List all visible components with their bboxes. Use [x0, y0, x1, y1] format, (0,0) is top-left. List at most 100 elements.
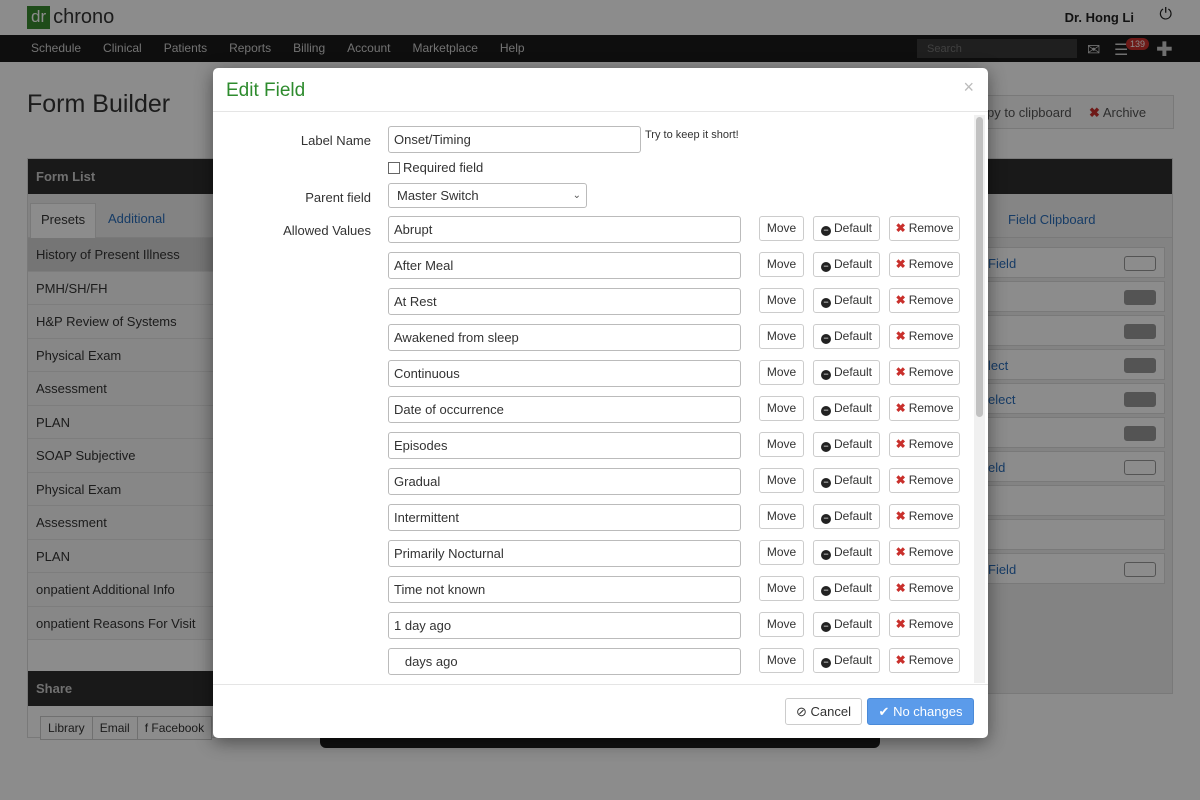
- minus-circle-icon: −: [820, 550, 831, 560]
- label-name-input[interactable]: Onset/Timing: [388, 126, 641, 153]
- default-label: Default: [833, 581, 873, 595]
- minus-circle-icon: −: [820, 226, 831, 236]
- default-button[interactable]: − Default: [813, 252, 880, 277]
- allowed-value-input[interactable]: Continuous: [388, 360, 741, 387]
- remove-button[interactable]: ✖ Remove: [889, 288, 960, 313]
- cancel-icon: ⊘: [796, 704, 807, 719]
- default-button[interactable]: − Default: [813, 360, 880, 385]
- allowed-value-row: Primarily Nocturnal Move − Default ✖ Remove: [213, 540, 973, 567]
- move-button[interactable]: Move: [759, 252, 804, 277]
- allowed-value-row: Abrupt Move − Default ✖ Remove: [213, 216, 973, 243]
- remove-button[interactable]: ✖ Remove: [889, 540, 960, 565]
- move-button[interactable]: Move: [759, 360, 804, 385]
- allowed-value-row: Episodes Move − Default ✖ Remove: [213, 432, 973, 459]
- allowed-value-input[interactable]: Intermittent: [388, 504, 741, 531]
- save-button[interactable]: ✔ No changes: [867, 698, 974, 725]
- required-field-checkbox[interactable]: Required field: [388, 160, 483, 175]
- minus-circle-icon: −: [820, 262, 831, 272]
- remove-button[interactable]: ✖ Remove: [889, 252, 960, 277]
- scroll-thumb[interactable]: [976, 117, 983, 417]
- modal-title: Edit Field: [226, 80, 306, 101]
- allowed-value-input[interactable]: After Meal: [388, 252, 741, 279]
- cancel-label: Cancel: [810, 704, 851, 719]
- default-button[interactable]: − Default: [813, 648, 880, 673]
- default-button[interactable]: − Default: [813, 540, 880, 565]
- x-icon: ✖: [895, 509, 906, 523]
- remove-button[interactable]: ✖ Remove: [889, 504, 960, 529]
- remove-label: Remove: [908, 293, 954, 307]
- minus-circle-icon: −: [820, 478, 831, 488]
- remove-button[interactable]: ✖ Remove: [889, 216, 960, 241]
- remove-button[interactable]: ✖ Remove: [889, 576, 960, 601]
- move-button[interactable]: Move: [759, 288, 804, 313]
- allowed-value-input[interactable]: Episodes: [388, 432, 741, 459]
- allowed-value-input[interactable]: At Rest: [388, 288, 741, 315]
- remove-button[interactable]: ✖ Remove: [889, 396, 960, 421]
- move-button[interactable]: Move: [759, 612, 804, 637]
- default-button[interactable]: − Default: [813, 504, 880, 529]
- default-button[interactable]: − Default: [813, 612, 880, 637]
- default-label: Default: [833, 653, 873, 667]
- allowed-value-input[interactable]: Date of occurrence: [388, 396, 741, 423]
- default-button[interactable]: − Default: [813, 396, 880, 421]
- remove-label: Remove: [908, 437, 954, 451]
- remove-button[interactable]: ✖ Remove: [889, 360, 960, 385]
- remove-button[interactable]: ✖ Remove: [889, 648, 960, 673]
- move-button[interactable]: Move: [759, 324, 804, 349]
- allowed-value-row: At Rest Move − Default ✖ Remove: [213, 288, 973, 315]
- allowed-value-input[interactable]: Awakened from sleep: [388, 324, 741, 351]
- move-button[interactable]: Move: [759, 648, 804, 673]
- default-button[interactable]: − Default: [813, 324, 880, 349]
- default-button[interactable]: − Default: [813, 432, 880, 457]
- x-icon: ✖: [895, 221, 906, 235]
- x-icon: ✖: [895, 653, 906, 667]
- checkbox-icon[interactable]: [388, 161, 400, 174]
- default-button[interactable]: − Default: [813, 468, 880, 493]
- default-button[interactable]: − Default: [813, 216, 880, 241]
- move-button[interactable]: Move: [759, 396, 804, 421]
- minus-circle-icon: −: [820, 622, 831, 632]
- allowed-value-input[interactable]: Abrupt: [388, 216, 741, 243]
- x-icon: ✖: [895, 329, 906, 343]
- remove-button[interactable]: ✖ Remove: [889, 468, 960, 493]
- close-icon[interactable]: ×: [963, 77, 974, 98]
- allowed-value-row: Date of occurrence Move − Default ✖ Remove: [213, 396, 973, 423]
- default-button[interactable]: − Default: [813, 576, 880, 601]
- remove-button[interactable]: ✖ Remove: [889, 432, 960, 457]
- default-button[interactable]: − Default: [813, 288, 880, 313]
- allowed-value-input[interactable]: 1 day ago: [388, 612, 741, 639]
- x-icon: ✖: [895, 365, 906, 379]
- parent-field-select[interactable]: Master Switch ⌄: [388, 183, 587, 208]
- remove-label: Remove: [908, 329, 954, 343]
- minus-circle-icon: −: [820, 298, 831, 308]
- move-button[interactable]: Move: [759, 216, 804, 241]
- allowed-value-row: After Meal Move − Default ✖ Remove: [213, 252, 973, 279]
- default-label: Default: [833, 473, 873, 487]
- move-button[interactable]: Move: [759, 432, 804, 457]
- minus-circle-icon: −: [820, 514, 831, 524]
- modal-body: Label Name Onset/Timing Try to keep it s…: [213, 113, 988, 684]
- move-button[interactable]: Move: [759, 576, 804, 601]
- allowed-value-row: Continuous Move − Default ✖ Remove: [213, 360, 973, 387]
- default-label: Default: [833, 257, 873, 271]
- move-button[interactable]: Move: [759, 504, 804, 529]
- save-label: No changes: [893, 704, 963, 719]
- edit-field-modal: Edit Field × Label Name Onset/Timing Try…: [213, 68, 988, 738]
- move-button[interactable]: Move: [759, 540, 804, 565]
- label-name-label: Label Name: [300, 133, 371, 148]
- default-label: Default: [833, 221, 873, 235]
- minus-circle-icon: −: [820, 406, 831, 416]
- minus-circle-icon: −: [820, 442, 831, 452]
- x-icon: ✖: [895, 473, 906, 487]
- cancel-button[interactable]: ⊘ Cancel: [785, 698, 862, 725]
- allowed-value-input[interactable]: days ago: [388, 648, 741, 675]
- allowed-value-input[interactable]: Primarily Nocturnal: [388, 540, 741, 567]
- remove-button[interactable]: ✖ Remove: [889, 324, 960, 349]
- allowed-value-input[interactable]: Gradual: [388, 468, 741, 495]
- allowed-value-input[interactable]: Time not known: [388, 576, 741, 603]
- modal-scrollbar[interactable]: [974, 115, 985, 683]
- remove-button[interactable]: ✖ Remove: [889, 612, 960, 637]
- move-button[interactable]: Move: [759, 468, 804, 493]
- default-label: Default: [833, 365, 873, 379]
- modal-header: Edit Field ×: [213, 68, 988, 112]
